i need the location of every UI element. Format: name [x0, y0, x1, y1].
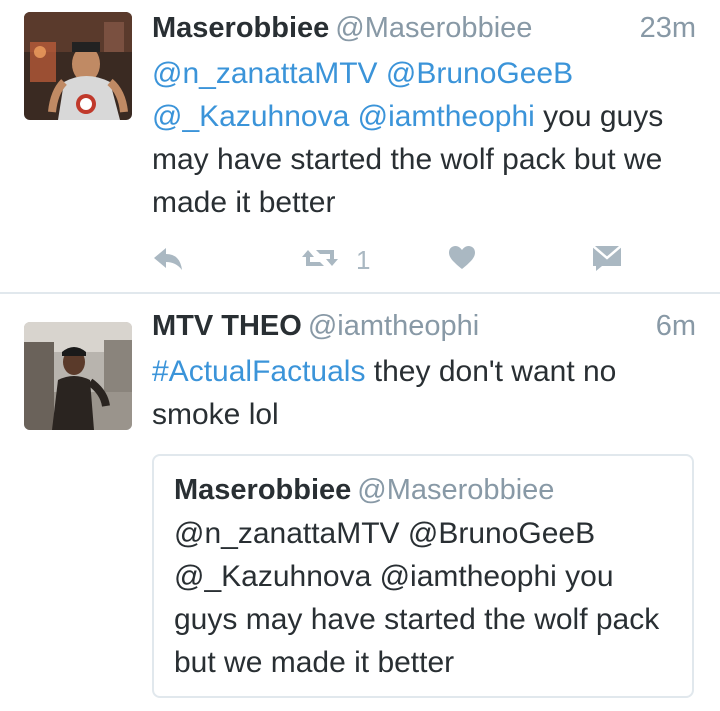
heart-icon [448, 245, 476, 276]
mention-link[interactable]: @BrunoGeeB [386, 57, 573, 90]
hashtag-link[interactable]: #ActualFactuals [152, 355, 365, 388]
tweet-mtv-theo[interactable]: MTV THEO @iamtheophi 6m #ActualFactuals t… [0, 294, 720, 711]
mention-link[interactable]: @n_zanattaMTV [152, 57, 378, 90]
quoted-tweet-header: Maserobbiee @Maserobbiee [174, 472, 554, 508]
tweet-text: @n_zanattaMTV @BrunoGeeB @_Kazuhnova @ia… [152, 52, 698, 224]
avatar-mtv-theo[interactable] [24, 322, 132, 430]
quoted-display-name: Maserobbiee [174, 474, 352, 506]
avatar-maserobbiee[interactable] [24, 12, 132, 120]
like-button[interactable] [448, 240, 476, 280]
timestamp[interactable]: 6m [656, 308, 696, 344]
timestamp[interactable]: 23m [640, 10, 696, 46]
retweet-icon [300, 244, 340, 277]
user-handle[interactable]: @Maserobbiee [335, 12, 532, 44]
text-space [378, 57, 386, 90]
direct-message-button[interactable] [592, 240, 622, 280]
mention-link[interactable]: @iamtheophi [358, 100, 535, 133]
mention-link[interactable]: @_Kazuhnova [152, 100, 349, 133]
message-icon [592, 244, 622, 277]
reply-button[interactable] [152, 240, 186, 280]
quoted-user-handle: @Maserobbiee [357, 474, 555, 506]
retweet-count: 1 [356, 244, 371, 275]
display-name[interactable]: MTV THEO [152, 310, 302, 342]
tweet-actions: 1 [152, 240, 622, 280]
reply-icon [152, 244, 186, 277]
quoted-tweet-text: @n_zanattaMTV @BrunoGeeB @_Kazuhnova @ia… [174, 517, 660, 679]
display-name[interactable]: Maserobbiee [152, 12, 329, 44]
user-handle[interactable]: @iamtheophi [308, 310, 479, 342]
retweet-button[interactable]: 1 [300, 240, 370, 280]
quoted-tweet[interactable]: Maserobbiee @Maserobbiee @n_zanattaMTV @B… [152, 454, 694, 698]
tweet-maserobbiee[interactable]: Maserobbiee @Maserobbiee 23m @n_zanattaMT… [0, 0, 720, 294]
tweet-header: MTV THEO @iamtheophi 6m [152, 308, 696, 348]
text-space [349, 100, 357, 133]
tweet-header: Maserobbiee @Maserobbiee 23m [152, 10, 696, 50]
tweet-text: #ActualFactuals they don't want no smoke… [152, 350, 698, 436]
